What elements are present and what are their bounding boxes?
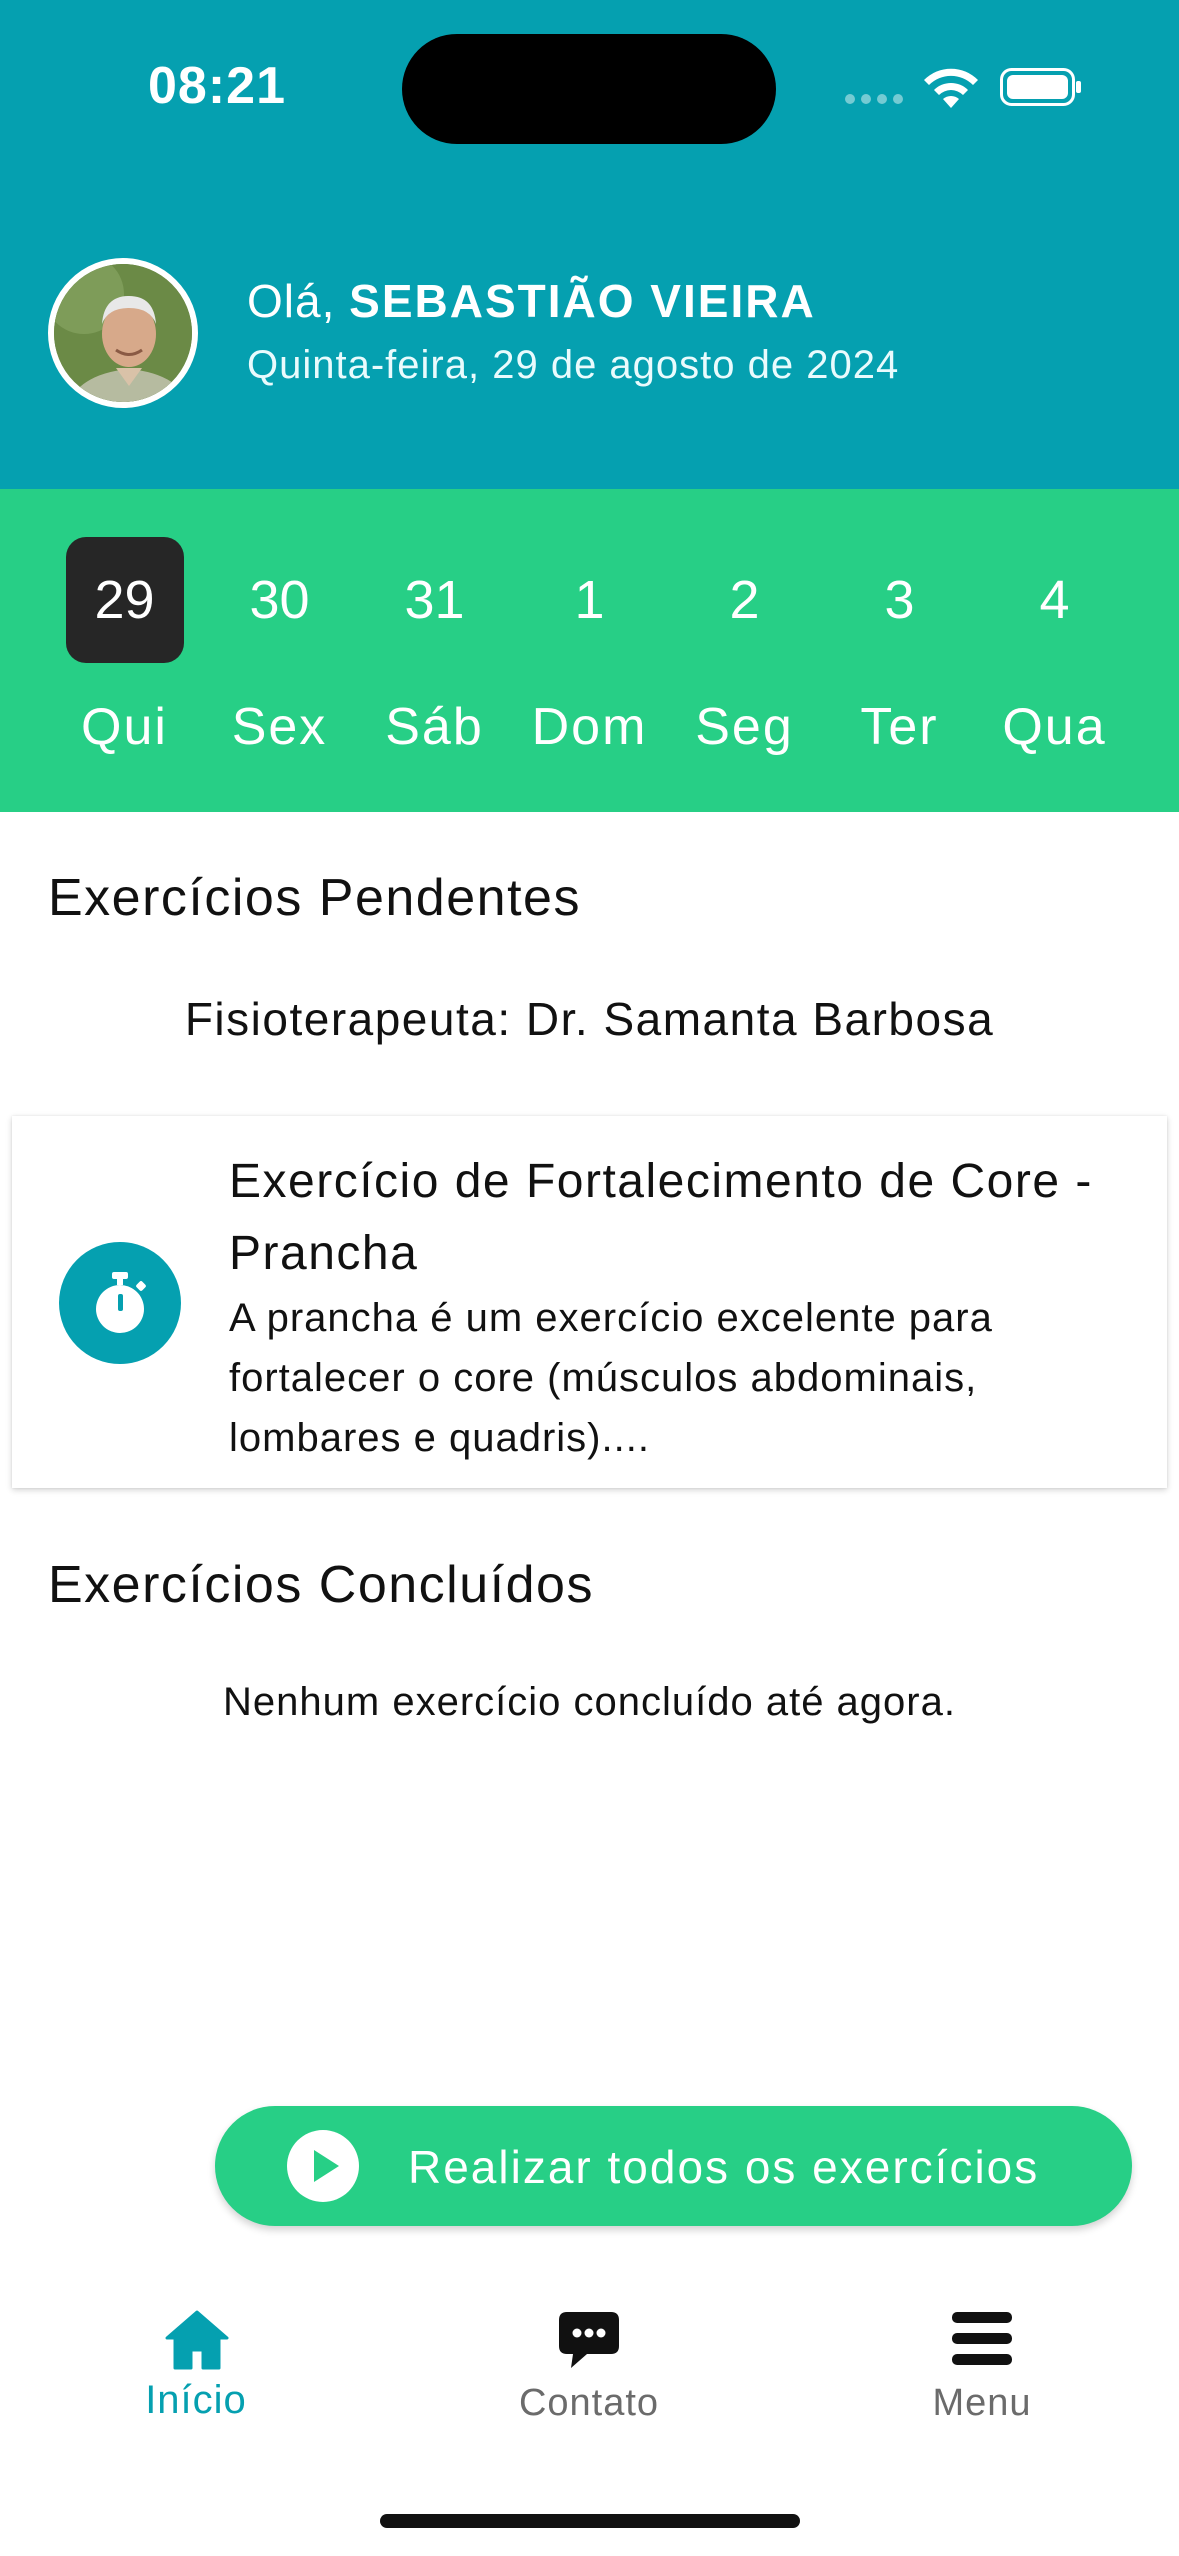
user-name: SEBASTIÃO VIEIRA [349, 275, 816, 327]
tab-home[interactable]: Início [46, 2282, 346, 2462]
home-indicator[interactable] [380, 2514, 800, 2528]
day-item[interactable]: 2 Seg [667, 489, 822, 812]
exercise-title: Exercício de Fortalecimento de Core - Pr… [229, 1155, 1093, 1280]
avatar[interactable] [48, 258, 198, 408]
dynamic-island [402, 34, 776, 144]
day-number: 1 [574, 570, 605, 630]
tab-contact[interactable]: Contato [439, 2282, 739, 2462]
header: 08:21 Olá, SEBASTIÃO VIEIRA Quinta-feira… [0, 0, 1179, 489]
menu-icon [952, 2312, 1012, 2365]
home-icon [165, 2310, 229, 2370]
tab-contact-label: Contato [518, 2382, 660, 2424]
cellular-signal-icon [845, 94, 905, 106]
battery-icon [1000, 68, 1081, 106]
tab-menu[interactable]: Menu [832, 2282, 1132, 2462]
day-name: Sáb [385, 698, 484, 756]
exercise-card[interactable]: Exercício de Fortalecimento de Core - Pr… [12, 1116, 1167, 1488]
wifi-icon [924, 68, 978, 108]
status-time: 08:21 [148, 57, 286, 115]
day-item[interactable]: 29 Qui [47, 489, 202, 812]
tab-home-label: Início [145, 2378, 247, 2422]
day-item[interactable]: 1 Dom [512, 489, 667, 812]
therapist-name: Fisioterapeuta: Dr. Samanta Barbosa [184, 993, 995, 1045]
day-name: Qua [1002, 698, 1107, 756]
day-number: 29 [65, 537, 184, 663]
completed-section-title: Exercícios Concluídos [48, 1556, 594, 1614]
day-name: Dom [531, 698, 648, 756]
greeting-prefix: Olá, [247, 275, 350, 327]
day-number: 4 [1039, 570, 1070, 630]
greeting: Olá, SEBASTIÃO VIEIRA [247, 274, 816, 328]
current-date: Quinta-feira, 29 de agosto de 2024 [247, 343, 900, 387]
day-item[interactable]: 31 Sáb [357, 489, 512, 812]
stopwatch-icon [59, 1242, 181, 1364]
run-all-label: Realizar todos os exercícios [408, 2141, 1040, 2193]
chat-icon [559, 2312, 619, 2368]
day-name: Seg [695, 698, 794, 756]
day-item[interactable]: 4 Qua [977, 489, 1132, 812]
day-item[interactable]: 30 Sex [202, 489, 357, 812]
tab-menu-label: Menu [932, 2382, 1032, 2424]
day-item[interactable]: 3 Ter [822, 489, 977, 812]
play-icon [287, 2130, 359, 2202]
day-number: 30 [249, 570, 310, 630]
run-all-exercises-button[interactable]: Realizar todos os exercícios [215, 2106, 1132, 2226]
day-name: Sex [231, 698, 328, 756]
home-screen: 08:21 Olá, SEBASTIÃO VIEIRA Quinta-feira… [0, 0, 1179, 2556]
day-number: 31 [404, 570, 465, 630]
day-name: Ter [860, 698, 939, 756]
week-strip: 29 Qui 30 Sex 31 Sáb 1 Dom 2 Seg 3 Ter 4… [0, 489, 1179, 812]
pending-section-title: Exercícios Pendentes [48, 869, 581, 927]
day-number: 2 [729, 570, 760, 630]
day-number: 3 [884, 570, 915, 630]
day-name: Qui [81, 698, 168, 756]
empty-completed-message: Nenhum exercício concluído até agora. [223, 1680, 956, 1724]
exercise-description: A prancha é um exercício excelente para … [229, 1296, 993, 1460]
